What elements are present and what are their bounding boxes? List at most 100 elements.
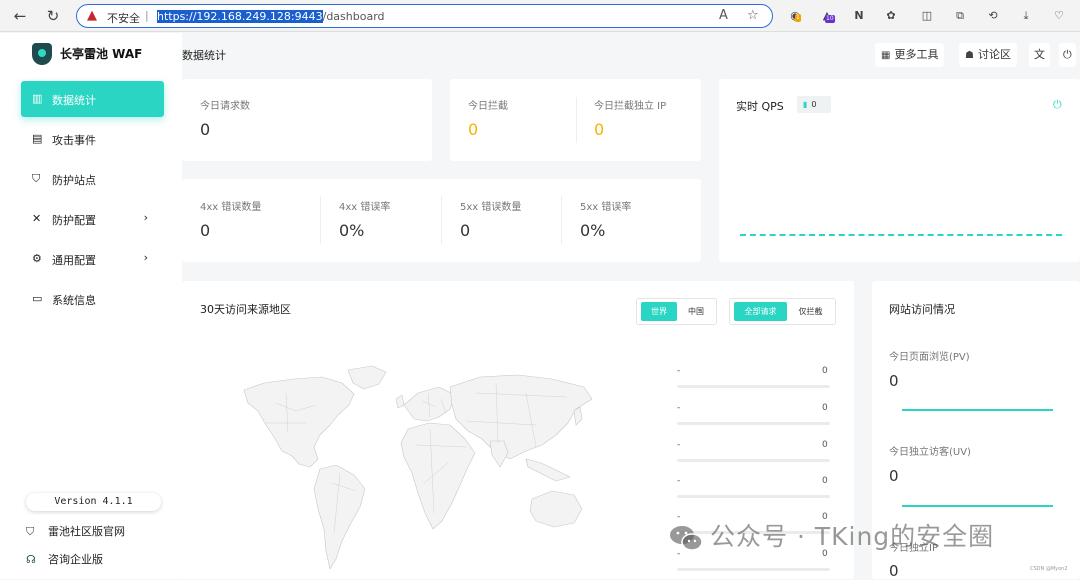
rank-label: - (677, 476, 681, 486)
url-separator: | (145, 9, 149, 22)
community-site-link[interactable]: ⛉ 雷池社区版官网 (26, 523, 125, 539)
blocked-value: 0 (468, 120, 479, 139)
australia-shape (529, 490, 583, 528)
sidebar-item-label: 防护配置 (52, 214, 96, 227)
rank-bar (677, 459, 830, 462)
language-button[interactable]: 文 (1029, 43, 1050, 67)
tools-icon: ✕ (32, 212, 42, 225)
logo-text: 长亭雷池 WAF (60, 47, 143, 61)
divider (561, 196, 562, 244)
4xx-count-value: 0 (200, 221, 211, 240)
uv-label: 今日独立访客(UV) (889, 447, 971, 458)
people-icon: ☗ (965, 50, 974, 61)
pv-label: 今日页面浏览(PV) (889, 352, 970, 363)
site-access-title: 网站访问情况 (889, 303, 955, 316)
blocked-ip-label: 今日拦截独立 IP (594, 101, 667, 112)
url-path: /dashboard (322, 10, 385, 23)
greenland-shape (347, 365, 387, 390)
monitor-icon: ▭ (32, 292, 43, 305)
pv-value: 0 (889, 372, 899, 390)
pv-sparkline (902, 409, 1053, 411)
split-screen-icon[interactable]: ◫ (918, 7, 936, 25)
logout-icon: ⏻ (1063, 48, 1072, 61)
rank-value: 0 (822, 476, 828, 486)
security-label[interactable]: 不安全 (107, 10, 140, 26)
warning-icon[interactable]: ▲ (87, 8, 97, 23)
requests-card (182, 79, 432, 161)
read-aloud-icon[interactable]: A (719, 8, 728, 23)
page-title: 数据统计 (182, 49, 226, 62)
filter-all-button[interactable]: 全部请求 (734, 302, 787, 321)
qps-title: 实时 QPS (736, 100, 784, 113)
extension-badge-icon[interactable]: ◉1 (786, 7, 804, 25)
world-map (243, 365, 593, 570)
logout-button[interactable]: ⏻ (1059, 43, 1076, 67)
favorite-star-icon[interactable]: ☆ (747, 8, 759, 23)
power-icon[interactable]: ⏻ (1053, 98, 1062, 112)
divider (320, 196, 321, 244)
forum-label: 讨论区 (977, 48, 1011, 61)
notion-icon[interactable]: N (850, 7, 868, 25)
collections-icon[interactable]: ⧉ (951, 7, 969, 25)
africa-shape (400, 422, 476, 530)
leichi-logo-icon (32, 43, 52, 65)
filter-toggle: 全部请求 仅拦截 (729, 298, 836, 325)
sidebar-item-dashboard[interactable]: ▥ 数据统计 (21, 81, 164, 117)
browser-toolbar: ← ↻ ▲ 不安全 | https://192.168.249.128:9443… (0, 0, 1080, 32)
forum-button[interactable]: ☗ 讨论区 (959, 43, 1017, 67)
extension-cap-icon[interactable]: ▲10 (818, 7, 836, 25)
extension-puzzle-icon[interactable]: ✿ (882, 7, 900, 25)
southeast-asia-shape (525, 458, 571, 482)
sidebar: 长亭雷池 WAF ▥ 数据统计 ▤ 攻击事件 ⛉ 防护站点 ✕ 防护配置 › ⚙… (0, 33, 182, 579)
watermark-text: 公众号 · TKing的安全圈 (710, 522, 995, 551)
sidebar-item-label: 防护站点 (52, 174, 96, 187)
wechat-watermark: 公众号 · TKing的安全圈 (668, 517, 994, 553)
performance-icon[interactable]: ♡ (1050, 7, 1068, 25)
document-icon: ▤ (32, 132, 43, 145)
address-bar[interactable]: ▲ 不安全 | https://192.168.249.128:9443/das… (76, 4, 773, 28)
reload-icon[interactable]: ↻ (43, 6, 63, 26)
shield-icon: ⛉ (32, 172, 41, 185)
headset-icon: ☊ (26, 553, 36, 566)
5xx-rate-label: 5xx 错误率 (580, 202, 632, 213)
csdn-credit: CSDN @Myon⁠2 (1030, 566, 1068, 572)
version-badge: Version 4.1.1 (26, 493, 161, 511)
asia-shape (449, 374, 593, 460)
4xx-rate-value: 0% (339, 221, 365, 240)
5xx-count-label: 5xx 错误数量 (460, 202, 522, 213)
url-text[interactable]: https://192.168.249.128:9443/dashboard (157, 10, 385, 23)
region-china-button[interactable]: 中国 (678, 302, 714, 321)
region-world-button[interactable]: 世界 (641, 302, 677, 321)
chevron-right-icon: › (143, 251, 148, 264)
url-selected: https://192.168.249.128:9443 (157, 10, 323, 23)
sidebar-item-attack-events[interactable]: ▤ 攻击事件 (21, 121, 164, 157)
india-shape (489, 440, 509, 468)
rank-value: 0 (822, 366, 828, 376)
sidebar-item-general-config[interactable]: ⚙ 通用配置 › (21, 241, 164, 277)
sidebar-item-protected-sites[interactable]: ⛉ 防护站点 (21, 161, 164, 197)
sidebar-item-system-info[interactable]: ▭ 系统信息 (21, 281, 164, 317)
back-icon[interactable]: ← (10, 6, 30, 26)
uk-shape (395, 394, 405, 409)
sidebar-item-protection-config[interactable]: ✕ 防护配置 › (21, 201, 164, 237)
south-america-shape (313, 464, 366, 570)
north-america-shape (243, 376, 355, 468)
rank-label: - (677, 403, 681, 413)
filter-blocked-button[interactable]: 仅拦截 (788, 302, 833, 321)
download-icon[interactable]: ⤓ (1017, 7, 1035, 25)
map-title: 30天访问来源地区 (200, 303, 291, 316)
rank-value: 0 (822, 440, 828, 450)
enterprise-consult-link[interactable]: ☊ 咨询企业版 (26, 551, 103, 567)
5xx-count-value: 0 (460, 221, 471, 240)
uv-value: 0 (889, 467, 899, 485)
sidebar-item-label: 数据统计 (52, 94, 96, 107)
bar-chart-icon: ▥ (32, 92, 43, 105)
more-tools-button[interactable]: ▦ 更多工具 (875, 43, 945, 67)
rank-bar (677, 385, 830, 388)
history-icon[interactable]: ⟲ (984, 7, 1002, 25)
sidebar-item-label: 通用配置 (52, 254, 96, 267)
rank-label: - (677, 366, 681, 376)
more-tools-label: 更多工具 (894, 48, 939, 61)
enterprise-consult-label: 咨询企业版 (48, 553, 103, 566)
qps-line (740, 234, 1062, 236)
